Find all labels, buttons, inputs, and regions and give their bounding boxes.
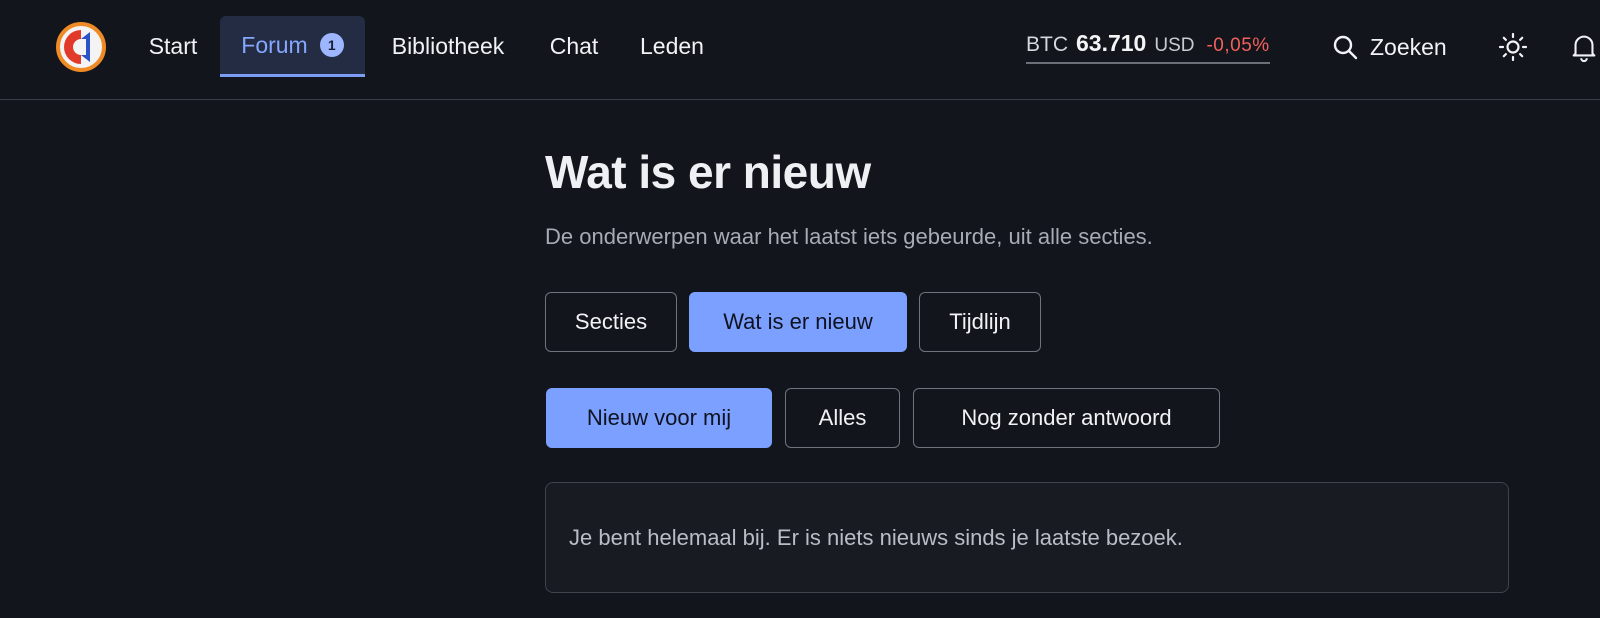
nav-item-leden[interactable]: Leden	[634, 16, 710, 77]
nav-item-label: Forum	[241, 31, 308, 58]
notice-text: Je bent helemaal bij. Er is niets nieuws…	[569, 524, 1183, 550]
nav-item-bibliotheek[interactable]: Bibliotheek	[383, 16, 513, 77]
nav-item-label: Chat	[549, 33, 599, 59]
bell-icon[interactable]	[1568, 30, 1600, 64]
filter-nieuw-voor-mij[interactable]: Nieuw voor mij	[546, 388, 772, 448]
search-button[interactable]: Zoeken	[1332, 30, 1447, 64]
page-title: Wat is er nieuw	[545, 146, 871, 198]
site-logo[interactable]	[56, 22, 106, 72]
ticker-currency: USD	[1154, 35, 1195, 56]
unread-count-badge: 1	[319, 33, 344, 57]
btc-price-ticker[interactable]: BTC 63.710 USD -0,05%	[1026, 30, 1270, 64]
ticker-change: -0,05%	[1206, 35, 1270, 56]
nav-item-forum[interactable]: Forum 1	[220, 16, 365, 77]
nav-item-label: Bibliotheek	[391, 33, 505, 59]
empty-state-notice: Je bent helemaal bij. Er is niets nieuws…	[545, 482, 1509, 593]
nav-item-chat[interactable]: Chat	[545, 16, 603, 77]
filter-nog-zonder-antwoord[interactable]: Nog zonder antwoord	[913, 388, 1220, 448]
tab-wat-is-er-nieuw[interactable]: Wat is er nieuw	[689, 292, 907, 352]
search-icon	[1333, 35, 1358, 60]
search-label: Zoeken	[1370, 33, 1447, 60]
ticker-symbol: BTC	[1026, 33, 1068, 56]
page-subtitle: De onderwerpen waar het laatst iets gebe…	[545, 224, 1153, 249]
tab-tijdlijn[interactable]: Tijdlijn	[919, 292, 1041, 352]
nav-item-label: Leden	[640, 33, 704, 59]
sun-icon[interactable]	[1496, 30, 1530, 64]
nav-item-start[interactable]: Start	[140, 16, 206, 77]
filter-alles[interactable]: Alles	[785, 388, 900, 448]
nav-item-label: Start	[148, 33, 198, 59]
top-navigation-bar: Start Forum 1 Bibliotheek Chat Leden BTC…	[0, 0, 1600, 100]
ticker-price: 63.710	[1076, 30, 1147, 56]
tab-secties[interactable]: Secties	[545, 292, 677, 352]
